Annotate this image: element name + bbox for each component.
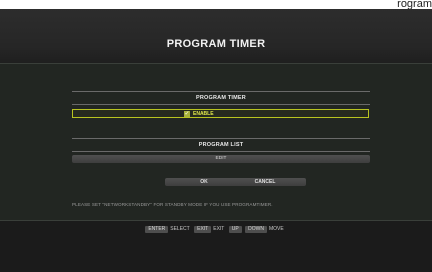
enter-key: ENTER: [145, 226, 169, 233]
page-title: PROGRAM TIMER: [166, 38, 266, 50]
section-title-timer: PROGRAM TIMER: [196, 95, 246, 101]
divider-top: [72, 91, 370, 92]
top-strip: rogram: [0, 0, 432, 9]
exit-key: EXIT: [194, 226, 212, 233]
divider-timer: [72, 104, 370, 105]
divider-list-top: [72, 138, 370, 139]
down-key: DOWN: [245, 226, 267, 233]
title-band: [0, 9, 432, 63]
cancel-button[interactable]: CANCEL: [224, 178, 306, 186]
key-help-bar: ENTER SELECT EXIT EXIT UP DOWN MOVE: [0, 226, 432, 233]
top-strip-text: rogram: [391, 0, 432, 9]
edit-button[interactable]: EDIT: [72, 155, 370, 163]
up-key: UP: [228, 226, 242, 233]
move-hint: MOVE: [268, 226, 284, 232]
exit-hint: EXIT: [213, 226, 225, 232]
divider-list: [72, 151, 370, 152]
standby-notice: PLEASE SET "NETWORKSTANDBY" FOR STANDBY …: [72, 202, 273, 207]
enter-hint: SELECT: [170, 226, 190, 232]
enable-checkbox[interactable]: ✓: [184, 111, 190, 117]
enable-row[interactable]: ✓ ENABLE: [72, 109, 369, 118]
enable-label: ENABLE: [193, 111, 214, 117]
section-title-list: PROGRAM LIST: [198, 142, 244, 148]
